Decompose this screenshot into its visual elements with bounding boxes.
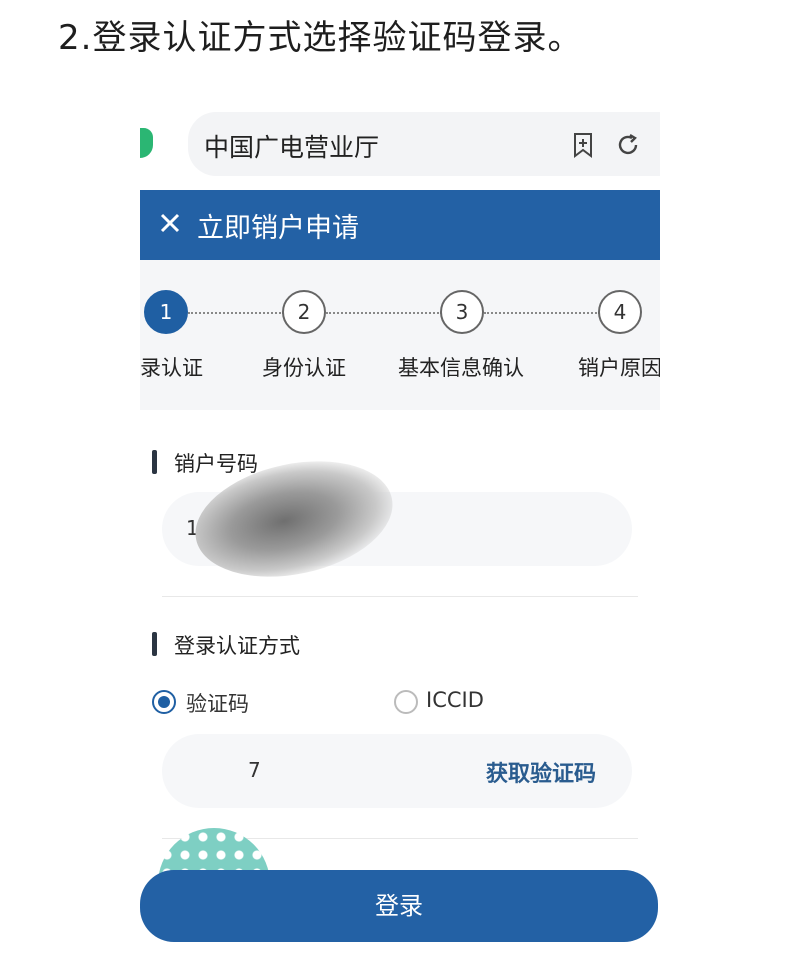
reload-icon[interactable] xyxy=(616,133,640,157)
step-connector xyxy=(326,312,442,314)
step-2-label: 身份认证 xyxy=(262,356,346,380)
close-icon[interactable] xyxy=(158,211,182,235)
bookmark-add-icon[interactable] xyxy=(570,132,596,158)
step-3-circle: 3 xyxy=(440,290,484,334)
radio-iccid-label: ICCID xyxy=(426,688,484,712)
shield-icon xyxy=(140,128,153,158)
account-section-title: 销户号码 xyxy=(174,452,258,476)
radio-verification-code[interactable] xyxy=(152,690,176,714)
section-marker xyxy=(152,632,157,656)
phone-screen: 中国广电营业厅 立即销户申请 1 2 3 4 录认证 身份认证 基本信息确认 销… xyxy=(140,108,660,953)
step-connector xyxy=(484,312,600,314)
step-4-label: 销户原因 xyxy=(578,356,660,380)
section-marker xyxy=(152,450,157,474)
step-1-circle: 1 xyxy=(144,290,188,334)
login-button[interactable]: 登录 xyxy=(140,870,658,942)
divider xyxy=(162,596,638,597)
progress-steps: 1 2 3 4 录认证 身份认证 基本信息确认 销户原因 xyxy=(140,260,660,410)
auth-section-title: 登录认证方式 xyxy=(174,634,300,658)
verification-code-value: 7 xyxy=(248,758,261,782)
page-header: 立即销户申请 xyxy=(140,190,660,260)
verification-code-input[interactable]: 7 获取验证码 xyxy=(162,734,632,808)
step-connector xyxy=(188,312,284,314)
browser-bar: 中国广电营业厅 xyxy=(140,108,660,188)
step-3-label: 基本信息确认 xyxy=(398,356,524,380)
radio-verification-code-label: 验证码 xyxy=(186,692,249,716)
url-bar[interactable]: 中国广电营业厅 xyxy=(188,112,660,176)
step-1-label: 录认证 xyxy=(140,356,203,380)
step-4-circle: 4 xyxy=(598,290,642,334)
url-title: 中国广电营业厅 xyxy=(204,133,380,162)
page-caption: 2.登录认证方式选择验证码登录。 xyxy=(58,18,583,58)
radio-iccid[interactable] xyxy=(394,690,418,714)
get-code-button[interactable]: 获取验证码 xyxy=(486,756,596,788)
step-2-circle: 2 xyxy=(282,290,326,334)
page-title: 立即销户申请 xyxy=(197,213,359,244)
